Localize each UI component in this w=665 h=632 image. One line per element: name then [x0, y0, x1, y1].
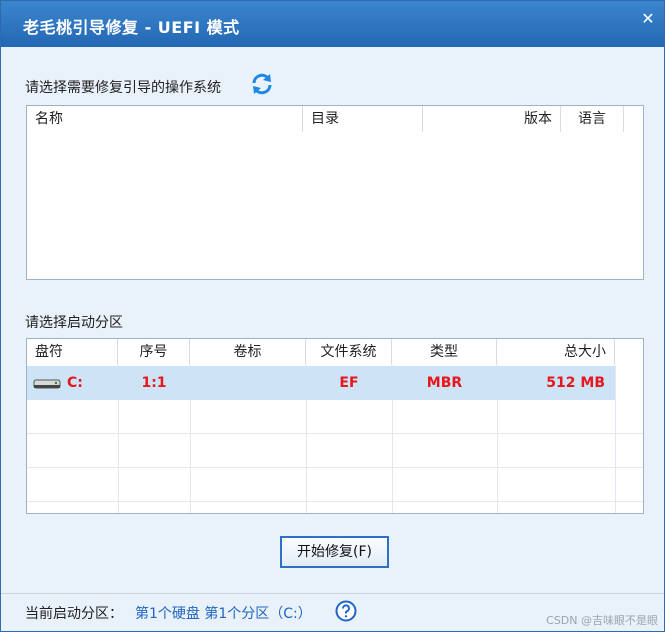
partition-list[interactable]: 盘符 序号 卷标 文件系统 类型 总大小 C: 1:1 EF MBR 512 M… [26, 338, 644, 514]
column-header-name[interactable]: 名称 [27, 106, 303, 132]
grid-line [27, 433, 643, 434]
grid-line [27, 467, 643, 468]
disk-icon [33, 379, 61, 389]
partition-row[interactable]: C: 1:1 EF MBR 512 MB [27, 366, 615, 400]
partition-section-label: 请选择启动分区 [25, 315, 123, 331]
os-list[interactable]: 名称 目录 版本 语言 [26, 105, 644, 280]
os-section-label: 请选择需要修复引导的操作系统 [25, 80, 221, 96]
column-header-language[interactable]: 语言 [561, 106, 624, 132]
close-icon[interactable]: ✕ [638, 9, 658, 29]
partition-type: MBR [426, 375, 463, 391]
partition-list-header: 盘符 序号 卷标 文件系统 类型 总大小 [27, 339, 643, 365]
column-header-size[interactable]: 总大小 [497, 339, 615, 365]
column-header-index[interactable]: 序号 [118, 339, 190, 365]
app-window: 老毛桃引导修复 - UEFI 模式 ✕ 请选择需要修复引导的操作系统 名称 目录… [0, 0, 665, 632]
partition-volume [190, 366, 306, 400]
os-list-header: 名称 目录 版本 语言 [27, 106, 643, 132]
partition-filesystem: EF [339, 375, 359, 391]
title-bar: 老毛桃引导修复 - UEFI 模式 ✕ [1, 1, 664, 47]
column-header-directory[interactable]: 目录 [303, 106, 423, 132]
current-boot-partition: 第1个硬盘 第1个分区（C:） [135, 606, 312, 622]
partition-size: 512 MB [546, 375, 605, 391]
column-header-filesystem[interactable]: 文件系统 [306, 339, 392, 365]
partition-drive: C: [67, 375, 83, 391]
status-label: 当前启动分区： [25, 606, 123, 622]
grid-line [615, 365, 616, 513]
window-title: 老毛桃引导修复 - UEFI 模式 [23, 18, 240, 37]
column-header-type[interactable]: 类型 [392, 339, 497, 365]
help-icon[interactable] [335, 600, 357, 622]
column-header-drive[interactable]: 盘符 [27, 339, 118, 365]
partition-index: 1:1 [141, 375, 167, 391]
column-header-volume[interactable]: 卷标 [190, 339, 306, 365]
column-header-version[interactable]: 版本 [423, 106, 561, 132]
grid-line [27, 501, 643, 502]
start-repair-button[interactable]: 开始修复(F) [280, 536, 389, 568]
watermark: CSDN @吉味眼不是眼 [546, 614, 658, 627]
refresh-icon[interactable] [249, 71, 275, 97]
status-bar: 当前启动分区： 第1个硬盘 第1个分区（C:） CSDN @吉味眼不是眼 [1, 593, 664, 631]
